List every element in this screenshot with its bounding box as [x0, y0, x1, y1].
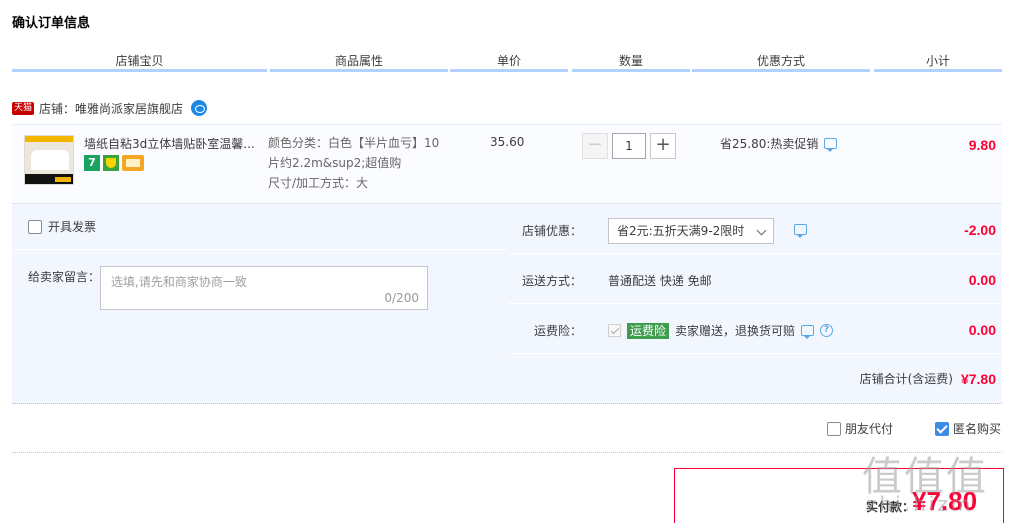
seven-day-return-icon[interactable]: 7 [84, 155, 100, 171]
shop-discount-amount: -2.00 [964, 222, 996, 238]
divider [12, 452, 1002, 453]
col-underline [874, 69, 1002, 72]
order-item-row: 墙纸自粘3d立体墙贴卧室温馨... 7 颜色分类：白色【半片血亏】10 片约2.… [12, 124, 1002, 204]
product-title-link[interactable]: 墙纸自粘3d立体墙贴卧室温馨... [84, 135, 262, 152]
attr-line: 片约2.2m&sup2;超值购 [268, 156, 402, 170]
chevron-down-icon [756, 225, 767, 236]
product-thumbnail[interactable] [24, 135, 74, 185]
shipping-amount: 0.00 [968, 272, 996, 288]
message-icon[interactable] [794, 224, 807, 238]
col-header-shop-item: 店铺宝贝 [115, 54, 164, 68]
friend-pay-label: 朋友代付 [845, 422, 894, 436]
guarantee-shield-icon[interactable] [103, 155, 119, 171]
col-header-quantity: 数量 [618, 54, 643, 68]
shop-discount-label: 店铺优惠： [521, 224, 582, 238]
product-attributes: 颜色分类：白色【半片血亏】10 片约2.2m&sup2;超值购 尺寸/加工方式：… [268, 133, 448, 193]
col-header-attributes: 商品属性 [334, 54, 383, 68]
help-icon[interactable]: ? [820, 324, 834, 337]
table-header: 店铺宝贝 商品属性 单价 数量 优惠方式 小计 [12, 44, 1002, 72]
shop-total-label: 店铺合计(含运费) [859, 372, 953, 386]
service-badges: 7 [84, 155, 144, 171]
invoice-label: 开具发票 [48, 220, 97, 234]
shop-total: 店铺合计(含运费) ¥7.80 [860, 370, 996, 387]
payment-label: 实付款： [866, 500, 915, 514]
shop-discount-value: 省2元:五折天满9-2限时 [617, 224, 745, 238]
invoice-checkbox[interactable] [28, 219, 42, 234]
payment-amount: ¥7.80 [912, 486, 978, 516]
quantity-stepper: − + [582, 133, 676, 159]
section-title: 确认订单信息 [12, 16, 91, 31]
chat-icon[interactable] [191, 100, 208, 116]
col-underline [572, 69, 690, 72]
attr-line: 尺寸/加工方式：大 [268, 176, 369, 190]
friend-pay-checkbox[interactable] [827, 421, 841, 436]
anonymous-purchase-checkbox[interactable] [935, 421, 949, 436]
freight-insurance-checkbox [608, 324, 621, 337]
shipping-method: 普通配送 快递 免邮 [608, 274, 712, 288]
seller-note-count: 0/200 [384, 291, 419, 305]
options-left: 开具发票 给卖家留言： 选填,请先和商家协商一致 0/200 [12, 204, 506, 352]
freight-insurance-label: 运费险： [533, 324, 582, 338]
seller-note-placeholder: 选填,请先和商家协商一致 [111, 275, 247, 289]
seller-note-input[interactable]: 选填,请先和商家协商一致 0/200 [100, 266, 428, 310]
promotion-info: 省25.80:热卖促销 [720, 135, 838, 152]
options-right: 店铺优惠： 省2元:五折天满9-2限时 -2.00 运送方式： 普通配送 快递 … [508, 204, 1002, 354]
shop-discount-select[interactable]: 省2元:五折天满9-2限时 [608, 218, 774, 244]
attr-line: 颜色分类：白色【半片血亏】10 [268, 136, 440, 150]
freight-insurance-tag: 运费险 [627, 322, 670, 339]
shipping-label: 运送方式： [521, 274, 582, 288]
col-underline [692, 69, 870, 72]
anonymous-purchase-label: 匿名购买 [953, 422, 1002, 436]
quantity-decrease-button[interactable]: − [582, 133, 608, 159]
freight-insurance-amount: 0.00 [968, 322, 996, 338]
shipping-row: 运送方式： 普通配送 快递 免邮 0.00 [508, 254, 1002, 304]
shop-name-link[interactable]: 店铺：唯雅尚派家居旗舰店 [39, 100, 183, 117]
col-underline [12, 69, 267, 72]
shop-discount-row: 店铺优惠： 省2元:五折天满9-2限时 -2.00 [508, 204, 1002, 254]
order-options-panel: 开具发票 给卖家留言： 选填,请先和商家协商一致 0/200 店铺优惠： 省2元… [12, 204, 1002, 404]
tmall-badge: 天猫 [12, 101, 35, 115]
shop-row: 天猫 店铺：唯雅尚派家居旗舰店 [12, 100, 208, 117]
col-header-subtotal: 小计 [925, 54, 950, 68]
col-header-discount: 优惠方式 [756, 54, 805, 68]
message-icon[interactable] [801, 325, 815, 339]
credit-card-icon[interactable] [122, 155, 144, 171]
freight-insurance-info: 运费险 卖家赠送，退换货可赔 ? [608, 322, 834, 339]
freight-insurance-text: 卖家赠送，退换货可赔 [675, 324, 796, 338]
shop-total-value: ¥7.80 [960, 370, 996, 387]
quantity-increase-button[interactable]: + [650, 133, 676, 159]
quantity-input[interactable] [612, 133, 646, 159]
promotion-text: 省25.80:热卖促销 [720, 137, 819, 151]
col-underline [270, 69, 448, 72]
item-subtotal: 9.80 [968, 137, 996, 153]
anonymous-purchase-option[interactable]: 匿名购买 [935, 420, 1001, 437]
friend-pay-option[interactable]: 朋友代付 [827, 420, 893, 437]
seller-note-label: 给卖家留言： [28, 270, 101, 284]
unit-price: 35.60 [490, 135, 525, 149]
freight-insurance-row: 运费险： 运费险 卖家赠送，退换货可赔 ? 0.00 [508, 304, 1002, 354]
col-underline [450, 69, 568, 72]
invoice-option[interactable]: 开具发票 [28, 218, 96, 235]
col-header-unit-price: 单价 [496, 54, 521, 68]
message-icon[interactable] [824, 138, 838, 152]
